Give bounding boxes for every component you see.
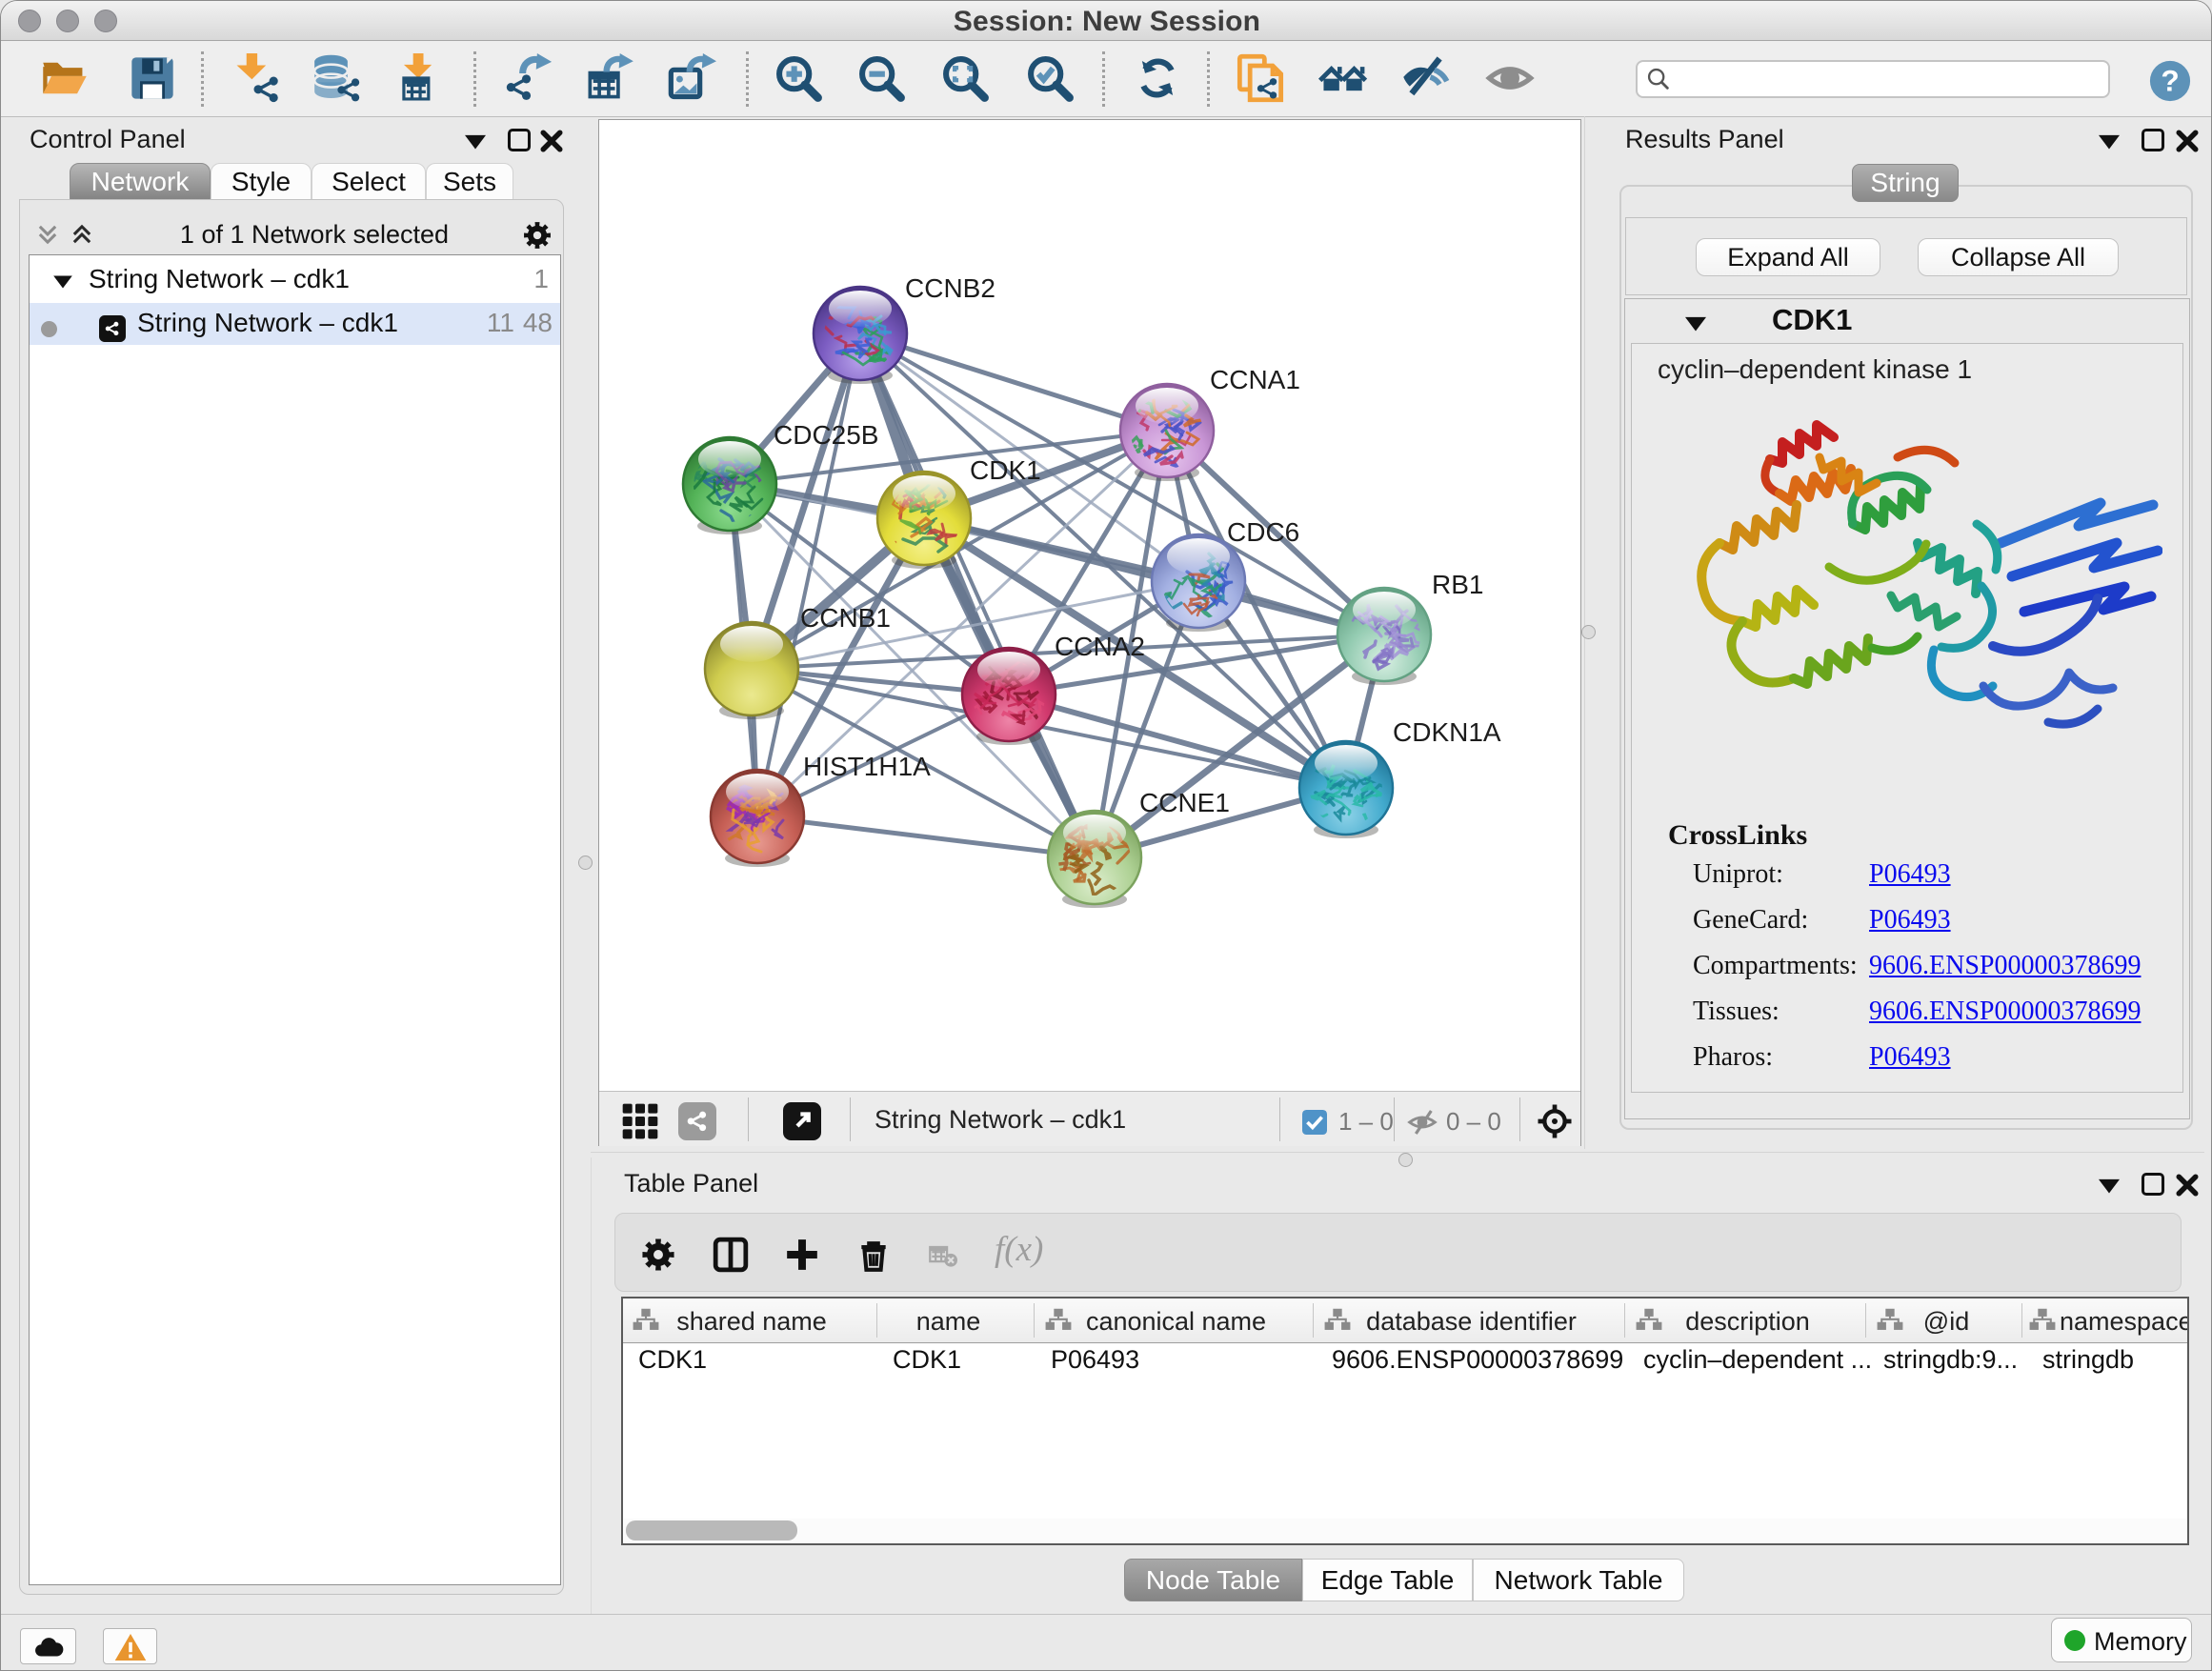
svg-text:CDC6: CDC6 — [1227, 517, 1299, 547]
svg-text:CDKN1A: CDKN1A — [1393, 717, 1501, 747]
svg-text:RB1: RB1 — [1432, 570, 1483, 599]
svg-text:CCNA2: CCNA2 — [1055, 632, 1145, 661]
svg-text:?: ? — [2161, 64, 2179, 98]
svg-text:HIST1H1A: HIST1H1A — [803, 752, 931, 781]
svg-text:CCNE1: CCNE1 — [1139, 788, 1230, 817]
svg-text:CCNB2: CCNB2 — [905, 273, 995, 303]
svg-text:CCNB1: CCNB1 — [800, 603, 891, 633]
svg-text:CDC25B: CDC25B — [774, 420, 878, 450]
svg-text:CDK1: CDK1 — [970, 455, 1041, 485]
svg-text:CCNA1: CCNA1 — [1210, 365, 1300, 394]
